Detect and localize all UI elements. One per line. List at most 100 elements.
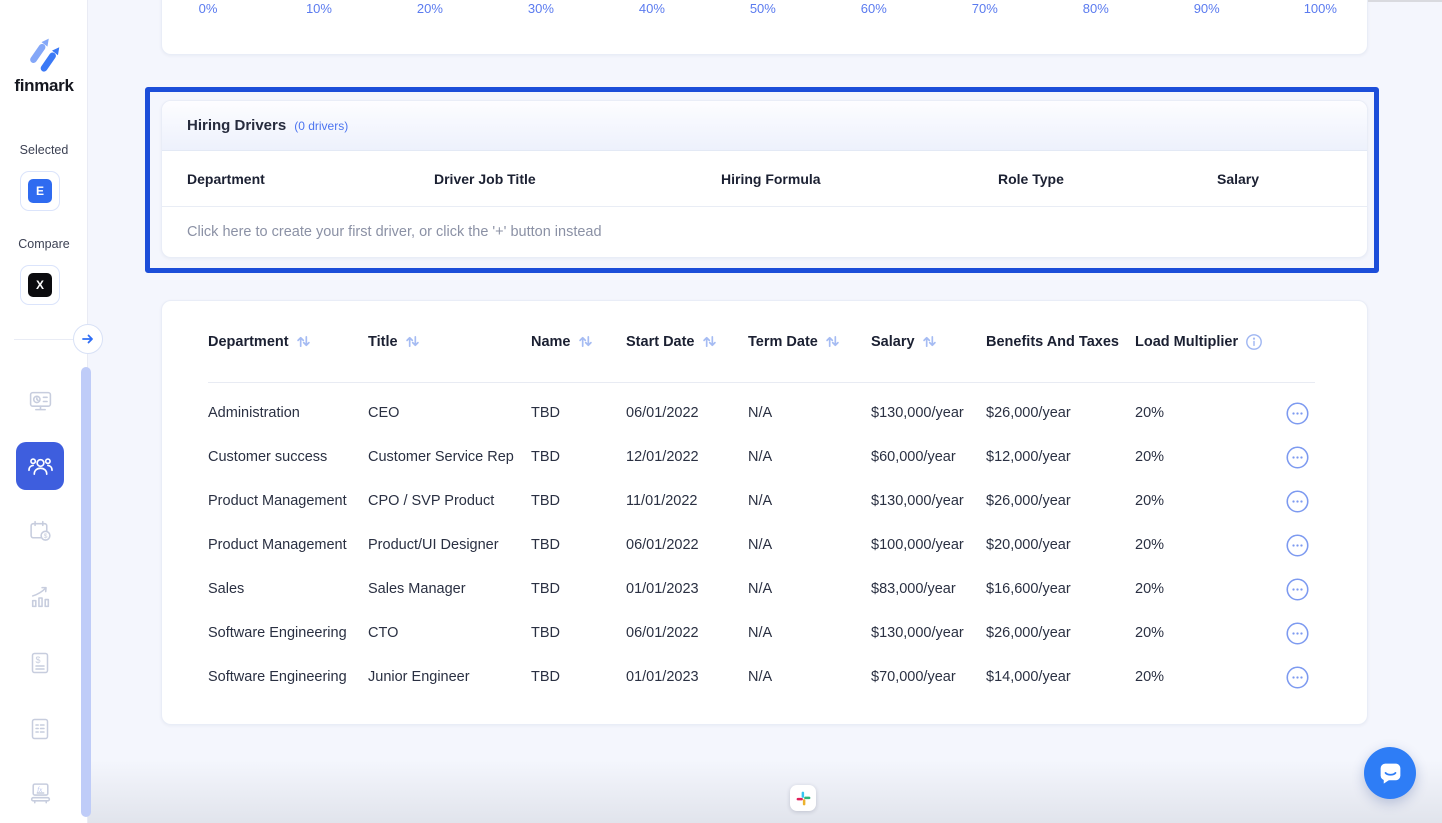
header-benefits-and-taxes: Benefits And Taxes [986,334,1135,350]
sidebar-divider [14,339,74,340]
row-actions-button[interactable] [1285,577,1309,601]
cell-department: Sales [208,581,368,597]
selected-label: Selected [0,143,88,157]
header-start-date[interactable]: Start Date [626,334,748,350]
cell-name: TBD [531,493,626,509]
cell-benefits-and-taxes: $14,000/year [986,669,1135,685]
percent-tick-label: 40% [638,1,666,16]
row-actions-button[interactable] [1285,401,1309,425]
cell-department: Product Management [208,537,368,553]
cell-load-multiplier: 20% [1135,493,1277,509]
row-actions-button[interactable] [1285,445,1309,469]
cell-title: Customer Service Rep [368,449,531,465]
cell-load-multiplier: 20% [1135,581,1277,597]
top-scrollbar-track [1368,0,1442,2]
app-root: finmark Selected E Compare X [0,0,1442,823]
hiring-drivers-header: Hiring Drivers (0 drivers) [162,101,1367,151]
roles-table-header: Department Title Name Start Date Term Da… [162,301,1367,382]
cell-load-multiplier: 20% [1135,405,1277,421]
column-hiring-formula: Hiring Formula [721,171,998,187]
ellipsis-icon [1286,578,1309,601]
nav-financial-statement-button[interactable]: $ [16,639,64,687]
hiring-drivers-card: Hiring Drivers (0 drivers) Department Dr… [161,100,1368,258]
percent-tick-label: 30% [527,1,555,16]
cell-benefits-and-taxes: $26,000/year [986,405,1135,421]
header-department[interactable]: Department [208,334,368,350]
header-name[interactable]: Name [531,334,626,350]
ellipsis-icon [1286,402,1309,425]
header-term-date[interactable]: Term Date [748,334,871,350]
hiring-drivers-column-header: Department Driver Job Title Hiring Formu… [162,151,1367,207]
selected-scenario-button[interactable]: E [20,171,60,211]
cell-term-date: N/A [748,625,871,641]
column-role-type: Role Type [998,171,1217,187]
table-row[interactable]: Software Engineering CTO TBD 06/01/2022 … [162,611,1367,655]
nav-reports-button[interactable] [16,705,64,753]
row-actions-button[interactable] [1285,665,1309,689]
cell-department: Product Management [208,493,368,509]
sidebar: finmark Selected E Compare X [0,0,88,823]
sort-icon[interactable] [578,334,593,349]
table-row[interactable]: Software Engineering Junior Engineer TBD… [162,655,1367,699]
ellipsis-icon [1286,490,1309,513]
table-row[interactable]: Customer success Customer Service Rep TB… [162,435,1367,479]
nav-hiring-button[interactable] [16,442,64,490]
chat-bubble-icon [1377,760,1404,787]
cell-start-date: 01/01/2023 [626,581,748,597]
nav-metrics-button[interactable] [16,573,64,621]
sidebar-scrollbar[interactable] [81,367,91,817]
cell-title: Product/UI Designer [368,537,531,553]
sort-icon[interactable] [922,334,937,349]
team-icon [27,453,54,480]
create-driver-empty-state[interactable]: Click here to create your first driver, … [162,207,1367,258]
percent-scale-row: 0% 10% 20% 30% 40% 50% 60% 70% 80% 90% 1… [162,0,1367,16]
table-row[interactable]: Product Management Product/UI Designer T… [162,523,1367,567]
cell-term-date: N/A [748,581,871,597]
cell-salary: $130,000/year [871,493,986,509]
row-actions-button[interactable] [1285,533,1309,557]
cell-start-date: 06/01/2022 [626,537,748,553]
cell-department: Customer success [208,449,368,465]
row-actions-button[interactable] [1285,489,1309,513]
cell-start-date: 01/01/2023 [626,669,748,685]
sort-icon[interactable] [405,334,420,349]
column-driver-job-title: Driver Job Title [434,171,721,187]
slack-logo-tile [790,785,816,811]
sidebar-collapse-button[interactable] [73,324,103,354]
cell-start-date: 06/01/2022 [626,625,748,641]
compare-scenario-button[interactable]: X [20,265,60,305]
sort-icon[interactable] [702,334,717,349]
table-row[interactable]: Administration CEO TBD 06/01/2022 N/A $1… [162,391,1367,435]
percent-tick-label: 100% [1304,1,1337,16]
cell-load-multiplier: 20% [1135,537,1277,553]
header-load-multiplier: Load Multiplier [1135,333,1277,351]
sort-icon[interactable] [296,334,311,349]
cell-salary: $100,000/year [871,537,986,553]
cell-name: TBD [531,405,626,421]
ellipsis-icon [1286,446,1309,469]
hiring-drivers-title: Hiring Drivers [187,117,286,134]
chat-launcher-button[interactable] [1364,747,1416,799]
header-title[interactable]: Title [368,334,531,350]
formula-board-icon: fx [28,781,53,806]
sort-icon[interactable] [825,334,840,349]
header-salary[interactable]: Salary [871,334,986,350]
nav-dashboard-button[interactable] [16,377,64,425]
cell-title: CPO / SVP Product [368,493,531,509]
row-actions-button[interactable] [1285,621,1309,645]
cell-benefits-and-taxes: $26,000/year [986,493,1135,509]
table-row[interactable]: Product Management CPO / SVP Product TBD… [162,479,1367,523]
svg-text:$: $ [36,655,41,665]
cell-salary: $130,000/year [871,625,986,641]
nav-payroll-schedule-button[interactable]: $ [16,507,64,555]
cell-benefits-and-taxes: $20,000/year [986,537,1135,553]
compare-label: Compare [0,237,88,251]
nav-formulas-button[interactable]: fx [16,769,64,817]
info-icon[interactable] [1245,333,1263,351]
calendar-dollar-icon: $ [28,519,53,544]
cell-start-date: 06/01/2022 [626,405,748,421]
column-department: Department [187,171,434,187]
table-row[interactable]: Sales Sales Manager TBD 01/01/2023 N/A $… [162,567,1367,611]
cell-salary: $83,000/year [871,581,986,597]
finmark-logo[interactable]: finmark [0,30,88,96]
